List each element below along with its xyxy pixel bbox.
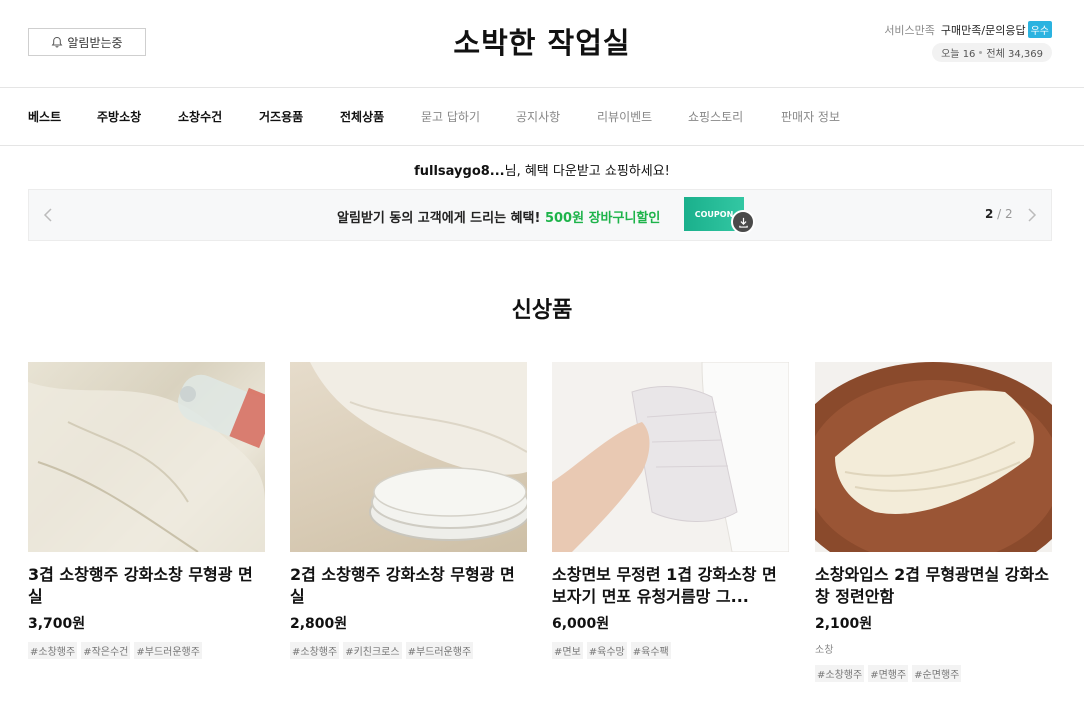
banner-message: 알림받기 동의 고객에게 드리는 혜택! <box>337 211 541 226</box>
visits-today: 오늘 16 <box>941 49 976 60</box>
nav-item-best[interactable]: 베스트 <box>28 108 61 125</box>
product-price: 3,700원 <box>28 616 86 632</box>
banner-highlight: 500원 장바구니할인 <box>544 211 661 226</box>
product-tag[interactable]: #부드러운행주 <box>405 642 474 659</box>
product-tag[interactable]: #육수팩 <box>630 642 671 659</box>
welcome-text: 님, 혜택 다운받고 쇼핑하세요! <box>504 164 670 179</box>
product-photo-illustration <box>310 362 527 541</box>
nav-item-towels[interactable]: 소창수건 <box>178 108 222 125</box>
product-photo-illustration <box>28 374 265 552</box>
welcome-user: fullsaygo8... <box>414 164 505 179</box>
product-price: 6,000원 <box>552 616 610 632</box>
product-tag[interactable]: #육수망 <box>586 642 627 659</box>
product-tags: #소창행주 #키친크로스 #부드러운행주 <box>290 642 527 659</box>
product-image[interactable] <box>552 362 789 552</box>
chevron-right-icon <box>1028 208 1037 222</box>
product-category: 소창 <box>815 645 834 656</box>
product-tag[interactable]: #소창행주 <box>28 642 78 659</box>
nav-item-kitchen[interactable]: 주방소창 <box>97 108 141 125</box>
product-name[interactable]: 3겹 소창행주 강화소창 무형광 면실 <box>28 564 265 608</box>
product-card[interactable]: 소창면보 무정련 1겹 강화소창 면보자기 면포 유청거름망 그... 6,00… <box>552 362 789 659</box>
product-image[interactable] <box>290 362 527 552</box>
chevron-left-icon <box>43 208 52 222</box>
product-card[interactable]: 2겹 소창행주 강화소창 무형광 면실 2,800원 #소창행주 #키친크로스 … <box>290 362 527 659</box>
product-photo-illustration <box>552 362 789 552</box>
product-tag[interactable]: #소창행주 <box>815 665 865 682</box>
visitor-count: 오늘 16 전체 34,369 <box>932 43 1052 62</box>
separator-dot <box>979 51 983 54</box>
section-title: 신상품 <box>511 298 573 323</box>
nav-item-qna[interactable]: 묻고 답하기 <box>421 108 480 125</box>
nav-item-seller-info[interactable]: 판매자 정보 <box>781 108 840 125</box>
product-card[interactable]: 3겹 소창행주 강화소창 무형광 면실 3,700원 #소창행주 #작은수건 #… <box>28 362 265 659</box>
welcome-message: fullsaygo8...님, 혜택 다운받고 쇼핑하세요! <box>0 160 1084 179</box>
pager-total: 2 <box>1005 207 1013 221</box>
product-photo-illustration <box>815 362 1052 552</box>
product-image[interactable] <box>815 362 1052 552</box>
service-label: 서비스만족 <box>884 23 935 37</box>
product-tag[interactable]: #순면행주 <box>912 665 962 682</box>
service-badge: 우수 <box>1027 21 1052 38</box>
service-rating: 서비스만족 구매만족/문의응답 우수 <box>884 21 1052 38</box>
product-name[interactable]: 소창면보 무정련 1겹 강화소창 면보자기 면포 유청거름망 그... <box>552 564 789 608</box>
product-tag[interactable]: #키친크로스 <box>343 642 402 659</box>
banner-next-button[interactable] <box>1025 205 1039 225</box>
coupon-download-button[interactable] <box>731 210 755 234</box>
product-tags: #면보 #육수망 #육수팩 <box>552 642 789 659</box>
product-tag[interactable]: #면보 <box>552 642 583 659</box>
nav-item-review-event[interactable]: 리뷰이벤트 <box>597 108 652 125</box>
product-tags: #소창행주 #작은수건 #부드러운행주 <box>28 642 265 659</box>
download-icon <box>738 217 748 228</box>
banner-pager: 2 / 2 <box>985 207 1013 221</box>
benefit-banner: 알림받기 동의 고객에게 드리는 혜택! 500원 장바구니할인 COUPON … <box>28 189 1052 241</box>
banner-prev-button[interactable] <box>41 205 55 225</box>
product-tags: #소창행주 #면행주 #순면행주 <box>815 665 1052 682</box>
service-value: 구매만족/문의응답 <box>940 23 1026 37</box>
nav-item-notice[interactable]: 공지사항 <box>516 108 560 125</box>
product-tag[interactable]: #부드러운행주 <box>134 642 202 659</box>
product-tag[interactable]: #면행주 <box>868 665 909 682</box>
visits-total: 전체 34,369 <box>986 49 1043 60</box>
product-price: 2,100원 <box>815 616 873 632</box>
nav-item-all-products[interactable]: 전체상품 <box>340 108 384 125</box>
pager-separator: / <box>993 207 1006 221</box>
nav-item-gauze[interactable]: 거즈용품 <box>259 108 303 125</box>
product-card[interactable]: 소창와입스 2겹 무형광면실 강화소창 정련안함 2,100원 소창 #소창행주… <box>815 362 1052 682</box>
category-nav: 베스트 주방소창 소창수건 거즈용품 전체상품 묻고 답하기 공지사항 리뷰이벤… <box>0 88 1084 146</box>
product-name[interactable]: 소창와입스 2겹 무형광면실 강화소창 정련안함 <box>815 564 1052 608</box>
product-tag[interactable]: #소창행주 <box>290 642 340 659</box>
nav-item-shopping-story[interactable]: 쇼핑스토리 <box>688 108 743 125</box>
product-price: 2,800원 <box>290 616 348 632</box>
banner-text: 알림받기 동의 고객에게 드리는 혜택! 500원 장바구니할인 <box>337 207 660 226</box>
product-image[interactable] <box>28 362 265 552</box>
product-tag[interactable]: #작은수건 <box>81 642 131 659</box>
store-header: 알림받는중 소박한 작업실 서비스만족 구매만족/문의응답 우수 오늘 16 전… <box>0 0 1084 88</box>
product-name[interactable]: 2겹 소창행주 강화소창 무형광 면실 <box>290 564 527 608</box>
